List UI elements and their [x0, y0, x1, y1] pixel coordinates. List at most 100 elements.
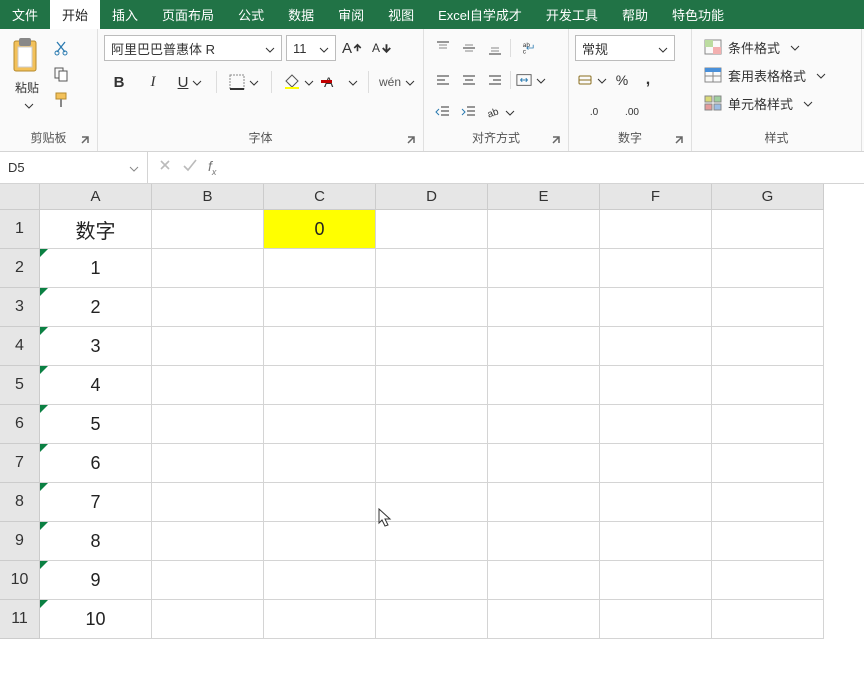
dialog-launcher-icon[interactable] [405, 134, 419, 148]
tab-视图[interactable]: 视图 [376, 0, 426, 29]
tab-Excel自学成才[interactable]: Excel自学成才 [426, 0, 534, 29]
cell[interactable] [712, 600, 824, 639]
cell[interactable] [264, 327, 376, 366]
align-middle-button[interactable] [458, 37, 480, 59]
cell[interactable] [488, 522, 600, 561]
format-as-table-button[interactable]: 套用表格格式 [698, 63, 855, 87]
decrease-decimal-button[interactable]: .00 [615, 101, 649, 123]
tab-公式[interactable]: 公式 [226, 0, 276, 29]
cell[interactable] [600, 366, 712, 405]
decrease-indent-button[interactable] [432, 101, 454, 123]
cell[interactable] [712, 288, 824, 327]
cell[interactable] [712, 210, 824, 249]
dialog-launcher-icon[interactable] [550, 134, 564, 148]
column-header-B[interactable]: B [152, 184, 264, 210]
paste-button[interactable]: 粘贴 [6, 35, 48, 116]
cell[interactable] [152, 600, 264, 639]
row-header[interactable]: 4 [0, 327, 40, 366]
align-left-button[interactable] [432, 69, 454, 91]
cell[interactable] [152, 327, 264, 366]
row-header[interactable]: 3 [0, 288, 40, 327]
column-header-A[interactable]: A [40, 184, 152, 210]
cell[interactable] [264, 483, 376, 522]
cell[interactable] [264, 405, 376, 444]
cell[interactable] [376, 249, 488, 288]
tab-开发工具[interactable]: 开发工具 [534, 0, 610, 29]
cell[interactable] [712, 561, 824, 600]
cell[interactable] [488, 444, 600, 483]
cell[interactable] [488, 561, 600, 600]
decrease-font-button[interactable]: A [372, 37, 394, 59]
cell[interactable] [376, 288, 488, 327]
cell[interactable] [600, 288, 712, 327]
cell[interactable] [712, 522, 824, 561]
cell[interactable]: 4 [40, 366, 152, 405]
tab-数据[interactable]: 数据 [276, 0, 326, 29]
cell[interactable] [712, 405, 824, 444]
cell[interactable] [488, 405, 600, 444]
cell[interactable]: 5 [40, 405, 152, 444]
cell[interactable] [264, 288, 376, 327]
comma-button[interactable]: , [637, 69, 659, 91]
name-box[interactable]: D5 [0, 152, 148, 183]
tab-帮助[interactable]: 帮助 [610, 0, 660, 29]
cell[interactable] [152, 249, 264, 288]
cell[interactable] [376, 210, 488, 249]
cell[interactable] [600, 600, 712, 639]
cell[interactable]: 1 [40, 249, 152, 288]
tab-审阅[interactable]: 审阅 [326, 0, 376, 29]
dialog-launcher-icon[interactable] [673, 134, 687, 148]
cell[interactable]: 6 [40, 444, 152, 483]
cell[interactable] [488, 210, 600, 249]
cell[interactable] [488, 288, 600, 327]
cell[interactable] [488, 600, 600, 639]
cancel-formula-icon[interactable] [158, 158, 172, 177]
increase-decimal-button[interactable]: .0 [577, 101, 611, 123]
align-center-button[interactable] [458, 69, 480, 91]
merge-cells-button[interactable] [515, 69, 547, 91]
select-all-corner[interactable] [0, 184, 40, 210]
cell[interactable] [264, 366, 376, 405]
cell[interactable] [600, 444, 712, 483]
row-header[interactable]: 11 [0, 600, 40, 639]
column-header-F[interactable]: F [600, 184, 712, 210]
column-header-E[interactable]: E [488, 184, 600, 210]
increase-font-button[interactable]: A [342, 37, 364, 59]
column-header-D[interactable]: D [376, 184, 488, 210]
align-right-button[interactable] [484, 69, 506, 91]
column-header-G[interactable]: G [712, 184, 824, 210]
cell[interactable] [712, 366, 824, 405]
copy-button[interactable] [50, 63, 72, 85]
cell[interactable]: 2 [40, 288, 152, 327]
cell[interactable] [712, 444, 824, 483]
conditional-formatting-button[interactable]: 条件格式 [698, 35, 855, 59]
formula-input[interactable] [226, 152, 864, 183]
wrap-text-button[interactable]: abc [515, 37, 545, 59]
cell[interactable] [152, 444, 264, 483]
row-header[interactable]: 5 [0, 366, 40, 405]
cell[interactable] [712, 327, 824, 366]
align-bottom-button[interactable] [484, 37, 506, 59]
cell[interactable]: 7 [40, 483, 152, 522]
increase-indent-button[interactable] [458, 101, 480, 123]
cell[interactable] [152, 483, 264, 522]
fx-icon[interactable]: fx [208, 158, 216, 177]
tab-文件[interactable]: 文件 [0, 0, 50, 29]
accounting-format-button[interactable] [577, 69, 607, 91]
cut-button[interactable] [50, 37, 72, 59]
cell[interactable] [152, 288, 264, 327]
cell[interactable] [152, 522, 264, 561]
cell[interactable] [376, 366, 488, 405]
spreadsheet-grid[interactable]: ABCDEFG 1数字021324354657687981091110 [0, 184, 864, 639]
bold-button[interactable]: B [106, 71, 132, 93]
row-header[interactable]: 1 [0, 210, 40, 249]
enter-formula-icon[interactable] [182, 158, 198, 177]
cell[interactable] [600, 522, 712, 561]
fill-color-button[interactable] [282, 71, 316, 93]
cell[interactable]: 0 [264, 210, 376, 249]
row-header[interactable]: 2 [0, 249, 40, 288]
cell[interactable] [152, 210, 264, 249]
cell[interactable] [376, 522, 488, 561]
cell-styles-button[interactable]: 单元格样式 [698, 91, 855, 115]
cell[interactable] [600, 327, 712, 366]
